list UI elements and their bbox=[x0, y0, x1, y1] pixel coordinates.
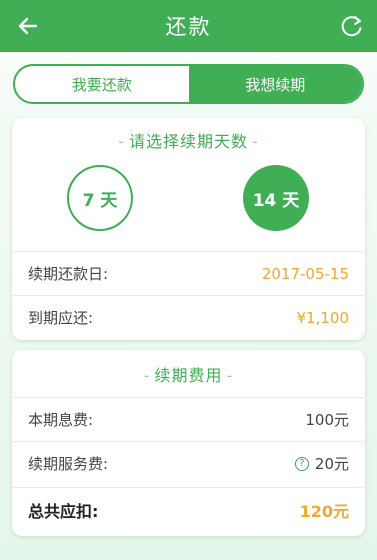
due-date-label: 续期还款日: bbox=[28, 265, 109, 283]
title-dash-left: - bbox=[118, 132, 125, 151]
interest-value: 100元 bbox=[305, 411, 349, 429]
page-title: 还款 bbox=[165, 15, 212, 39]
title-dash-right: - bbox=[252, 132, 259, 151]
interest-row: 本期息费: 100元 bbox=[12, 397, 365, 441]
due-date-value: 2017-05-15 bbox=[261, 264, 349, 283]
interest-label: 本期息费: bbox=[28, 411, 94, 429]
total-label: 总共应扣: bbox=[28, 501, 99, 521]
refresh-icon[interactable] bbox=[339, 13, 365, 39]
service-fee-label: 续期服务费: bbox=[28, 455, 109, 473]
arrow-left-icon[interactable] bbox=[14, 12, 42, 40]
total-row: 总共应扣: 120元 bbox=[12, 487, 365, 531]
tab-renew[interactable]: 我想续期 bbox=[188, 66, 362, 102]
amount-due-row: 到期应还: ¥1,100 bbox=[12, 295, 365, 339]
fees-card: - 续期费用 - 本期息费: 100元 续期服务费: ? 20元 总共应扣: 120… bbox=[12, 350, 365, 536]
option-14-days[interactable]: 14 天 bbox=[243, 165, 309, 231]
amount-due-label: 到期应还: bbox=[28, 309, 94, 327]
service-fee-value-wrap: ? 20元 bbox=[294, 453, 349, 474]
renewal-section-title: - 请选择续期天数 - bbox=[12, 128, 365, 152]
due-date-row: 续期还款日: 2017-05-15 bbox=[12, 251, 365, 295]
option-7-days[interactable]: 7 天 bbox=[67, 165, 133, 231]
fees-section-title: - 续期费用 - bbox=[12, 362, 365, 386]
renewal-card: - 请选择续期天数 - 7 天 14 天 续期还款日: 2017-05-15 到期应… bbox=[12, 118, 365, 340]
service-fee-value: 20元 bbox=[314, 455, 349, 473]
tab-repay[interactable]: 我要还款 bbox=[15, 66, 189, 102]
mode-tabs: 我要还款 我想续期 bbox=[13, 64, 364, 104]
app-header: 还款 bbox=[0, 0, 377, 52]
service-fee-row: 续期服务费: ? 20元 bbox=[12, 441, 365, 485]
amount-due-value: ¥1,100 bbox=[296, 308, 350, 327]
fees-dash-right: - bbox=[226, 366, 234, 385]
total-value: 120元 bbox=[299, 501, 349, 521]
help-icon[interactable]: ? bbox=[294, 456, 309, 471]
fees-dash-left: - bbox=[143, 366, 151, 385]
fees-section-label: 续期费用 bbox=[154, 366, 223, 385]
renewal-section-label: 请选择续期天数 bbox=[128, 132, 248, 151]
